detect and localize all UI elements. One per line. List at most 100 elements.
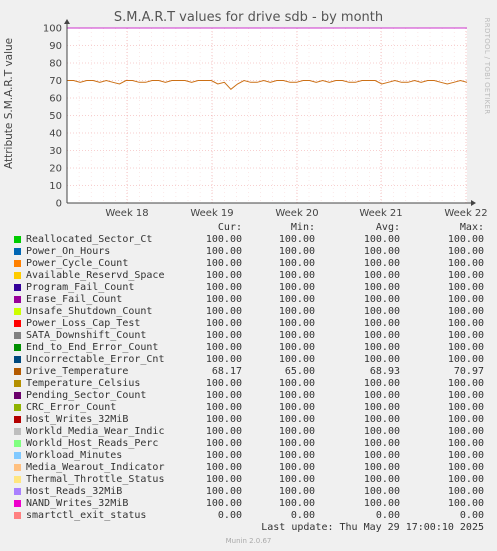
y-tick-label: 10 (49, 181, 62, 192)
legend-row: Program_Fail_Count 100.00 100.00 100.00 100.… (0, 282, 497, 294)
legend-min-value: 100.00 (278, 390, 315, 401)
legend-max-value: 100.00 (447, 246, 484, 257)
y-tick-label: 80 (49, 59, 62, 70)
legend-avg-value: 100.00 (363, 258, 400, 269)
legend-name: Workld_Host_Reads_Perc (26, 438, 159, 449)
legend-cur-value: 100.00 (205, 330, 242, 341)
legend-avg-value: 100.00 (363, 486, 400, 497)
legend-swatch (14, 308, 21, 315)
legend-cur-value: 100.00 (205, 282, 242, 293)
legend-min-value: 100.00 (278, 282, 315, 293)
legend-max-value: 100.00 (447, 306, 484, 317)
legend-swatch (14, 476, 21, 483)
legend-max-value: 100.00 (447, 234, 484, 245)
legend-cur-value: 68.17 (211, 366, 242, 377)
legend-swatch (14, 296, 21, 303)
legend-min-value: 65.00 (284, 366, 315, 377)
y-tick-label: 100 (43, 24, 62, 35)
legend-swatch (14, 464, 21, 471)
legend-header-cur: Cur: (217, 222, 242, 233)
legend-max-value: 100.00 (447, 438, 484, 449)
legend-avg-value: 100.00 (363, 402, 400, 413)
legend-cur-value: 100.00 (205, 294, 242, 305)
legend-min-value: 100.00 (278, 342, 315, 353)
legend-max-value: 100.00 (447, 450, 484, 461)
legend-min-value: 100.00 (278, 474, 315, 485)
legend-cur-value: 0.00 (217, 510, 242, 521)
y-tick-label: 40 (49, 129, 62, 140)
legend-name: Thermal_Throttle_Status (26, 474, 165, 485)
legend-swatch (14, 248, 21, 255)
legend-avg-value: 100.00 (363, 234, 400, 245)
legend-cur-value: 100.00 (205, 390, 242, 401)
legend-row: SATA_Downshift_Count 100.00 100.00 100.00 10… (0, 330, 497, 342)
legend-name: NAND_Writes_32MiB (26, 498, 129, 509)
legend-name: Program_Fail_Count (26, 282, 135, 293)
legend-swatch (14, 380, 21, 387)
legend-name: Power_On_Hours (26, 246, 111, 257)
legend-row: Media_Wearout_Indicator 100.00 100.00 100.0… (0, 462, 497, 474)
legend-header-avg: Avg: (375, 222, 400, 233)
legend-min-value: 100.00 (278, 258, 315, 269)
legend-min-value: 100.00 (278, 486, 315, 497)
legend-cur-value: 100.00 (205, 498, 242, 509)
legend-row: smartctl_exit_status 0.00 0.00 0.00 0.00 (0, 510, 497, 522)
legend-swatch (14, 416, 21, 423)
legend-row: Power_On_Hours 100.00 100.00 100.00 100.00 (0, 246, 497, 258)
legend-name: Pending_Sector_Count (26, 390, 147, 401)
legend-max-value: 100.00 (447, 426, 484, 437)
legend-max-value: 0.00 (459, 510, 484, 521)
legend-name: Media_Wearout_Indicator (26, 462, 165, 473)
legend-swatch (14, 356, 21, 363)
munin-version: Munin 2.0.67 (225, 537, 272, 545)
legend-max-value: 100.00 (447, 414, 484, 425)
legend-name: Host_Writes_32MiB (26, 414, 129, 425)
legend-cur-value: 100.00 (205, 318, 242, 329)
legend-max-value: 100.00 (447, 402, 484, 413)
legend-avg-value: 100.00 (363, 330, 400, 341)
legend-row: Power_Loss_Cap_Test 100.00 100.00 100.00 100… (0, 318, 497, 330)
legend-cur-value: 100.00 (205, 342, 242, 353)
legend-name: Uncorrectable_Error_Cnt (26, 354, 165, 365)
legend-row: Reallocated_Sector_Ct 100.00 100.00 100.00 1… (0, 234, 497, 246)
legend-row: Erase_Fail_Count 100.00 100.00 100.00 100.00 (0, 294, 497, 306)
legend-max-value: 100.00 (447, 498, 484, 509)
legend-avg-value: 68.93 (369, 366, 400, 377)
chart-title: S.M.A.R.T values for drive sdb - by mont… (113, 10, 384, 25)
legend-avg-value: 100.00 (363, 450, 400, 461)
legend-cur-value: 100.00 (205, 450, 242, 461)
legend-cur-value: 100.00 (205, 246, 242, 257)
legend-name: Power_Cycle_Count (26, 258, 129, 269)
legend-max-value: 100.00 (447, 390, 484, 401)
legend-swatch (14, 332, 21, 339)
legend-row: Power_Cycle_Count 100.00 100.00 100.00 100.0… (0, 258, 497, 270)
legend-avg-value: 100.00 (363, 342, 400, 353)
legend-avg-value: 0.00 (375, 510, 400, 521)
legend-min-value: 100.00 (278, 426, 315, 437)
legend-swatch (14, 236, 21, 243)
legend-max-value: 100.00 (447, 474, 484, 485)
y-tick-label: 20 (49, 164, 62, 175)
legend-avg-value: 100.00 (363, 354, 400, 365)
y-tick-label: 50 (49, 111, 62, 122)
legend-min-value: 100.00 (278, 270, 315, 281)
legend-name: Reallocated_Sector_Ct (26, 234, 153, 245)
legend-min-value: 100.00 (278, 306, 315, 317)
legend-row: Unsafe_Shutdown_Count 100.00 100.00 100.00 1… (0, 306, 497, 318)
legend-swatch (14, 344, 21, 351)
y-tick-label: 60 (49, 94, 62, 105)
legend-swatch (14, 440, 21, 447)
legend-max-value: 100.00 (447, 294, 484, 305)
legend-cur-value: 100.00 (205, 378, 242, 389)
legend-max-value: 100.00 (447, 342, 484, 353)
legend-avg-value: 100.00 (363, 414, 400, 425)
legend-max-value: 100.00 (447, 486, 484, 497)
legend-avg-value: 100.00 (363, 270, 400, 281)
legend-row: End_to_End_Error_Count 100.00 100.00 100.00… (0, 342, 497, 354)
legend-min-value: 0.00 (290, 510, 315, 521)
legend-cur-value: 100.00 (205, 474, 242, 485)
legend-name: Workld_Media_Wear_Indic (26, 426, 165, 437)
legend-avg-value: 100.00 (363, 438, 400, 449)
legend-row: CRC_Error_Count 100.00 100.00 100.00 100.00 (0, 402, 497, 414)
legend-max-value: 70.97 (453, 366, 484, 377)
